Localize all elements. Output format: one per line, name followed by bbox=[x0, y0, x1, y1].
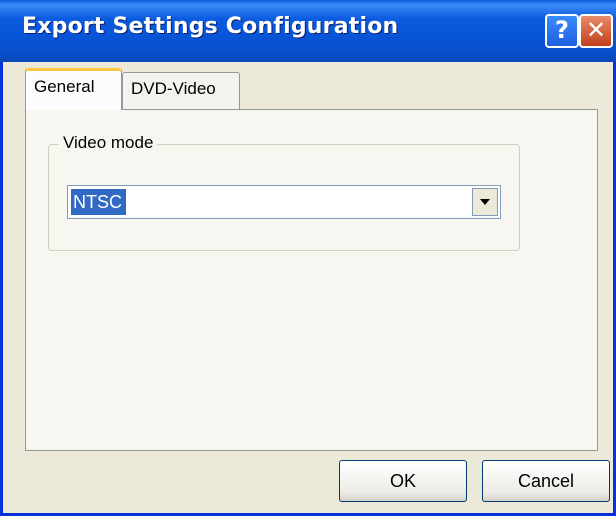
video-mode-value: NTSC bbox=[71, 189, 126, 215]
title-bar[interactable]: Export Settings Configuration ? ✕ bbox=[0, 0, 616, 62]
chevron-down-icon bbox=[480, 199, 490, 205]
video-mode-select[interactable]: NTSC bbox=[67, 185, 501, 219]
cancel-button[interactable]: Cancel bbox=[482, 460, 610, 502]
window-title: Export Settings Configuration bbox=[22, 14, 399, 39]
tab-panel-general: Video mode NTSC bbox=[25, 109, 598, 451]
dialog-window: Export Settings Configuration ? ✕ Genera… bbox=[0, 0, 616, 516]
help-icon[interactable]: ? bbox=[545, 14, 579, 48]
tab-dvd-video[interactable]: DVD-Video bbox=[122, 72, 240, 110]
tab-general[interactable]: General bbox=[25, 68, 122, 110]
close-icon[interactable]: ✕ bbox=[579, 14, 613, 48]
video-mode-group: Video mode NTSC bbox=[48, 133, 520, 251]
video-mode-label: Video mode bbox=[59, 133, 158, 153]
ok-button[interactable]: OK bbox=[339, 460, 467, 502]
dropdown-button[interactable] bbox=[472, 188, 498, 216]
